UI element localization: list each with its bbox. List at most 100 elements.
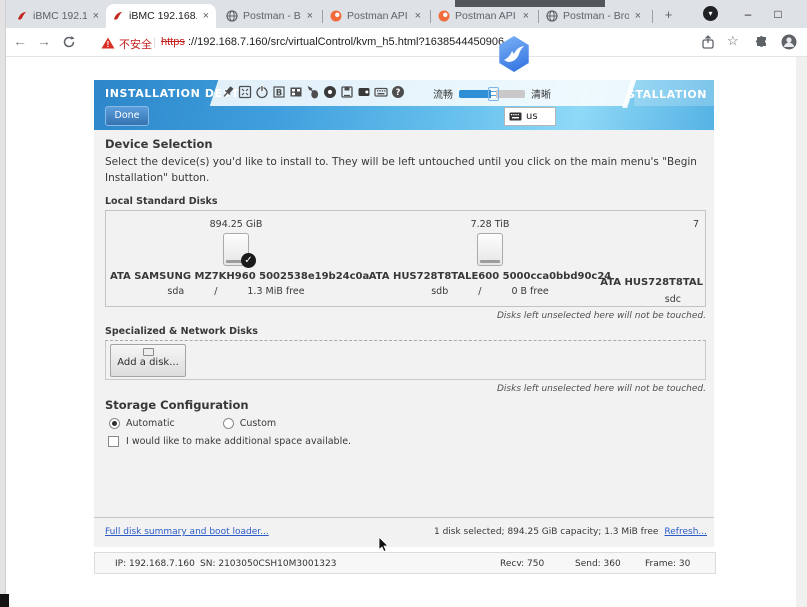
kvm-installer-screen: INSTALLATION DEST B ? 流畅 清晰 STALLATION	[94, 80, 714, 547]
maximize-button[interactable]: □	[766, 2, 790, 26]
add-disk-drive-icon	[143, 348, 154, 356]
slider-handle[interactable]	[488, 87, 499, 101]
installer-header: INSTALLATION DEST B ? 流畅 清晰 STALLATION	[94, 80, 714, 130]
tab-label: Postman - Browse	[243, 10, 301, 22]
disk-device: sdc	[665, 294, 681, 305]
done-button[interactable]: Done	[105, 106, 149, 126]
url-scheme: https	[161, 36, 185, 48]
help-icon[interactable]: ?	[391, 85, 405, 99]
extensions-puzzle-icon[interactable]	[754, 35, 769, 50]
svg-text:?: ?	[396, 88, 401, 98]
profile-avatar[interactable]	[781, 34, 797, 50]
unselected-note: Disks left unselected here will not be t…	[105, 384, 706, 394]
postman-favicon	[330, 10, 342, 22]
disk-sda[interactable]: 894.25 GiB ✓ ATA SAMSUNG MZ7KH960 500253…	[110, 215, 362, 297]
status-recv: Recv: 750	[500, 559, 544, 569]
minimize-button[interactable]: –	[736, 2, 760, 26]
reload-button[interactable]	[62, 35, 76, 49]
window-top-strip	[455, 0, 605, 7]
not-secure-warning-icon[interactable]: !	[101, 37, 115, 49]
fullscreen-icon[interactable]	[238, 85, 252, 99]
refresh-link[interactable]: Refresh...	[664, 527, 707, 537]
network-disks-title: Specialized & Network Disks	[105, 326, 258, 337]
status-frame: Frame: 30	[645, 559, 690, 569]
tab-separator	[538, 10, 539, 23]
svg-text:!: !	[107, 40, 110, 49]
disk-sdc[interactable]: 7 ATA HUS728T8TAL sdc	[610, 215, 705, 305]
tab-close-icon[interactable]: ×	[522, 10, 530, 22]
tab-close-icon[interactable]: ×	[306, 10, 314, 22]
custom-radio[interactable]	[223, 418, 234, 429]
disk-drive-icon	[477, 233, 503, 266]
forward-button[interactable]: →	[37, 33, 51, 49]
left-edge-strip	[0, 0, 6, 607]
keyboard-layout-value: us	[526, 111, 538, 122]
disk-capacity: 7.28 TiB	[364, 219, 616, 230]
status-sn: SN: 2103050CSH10M3001323	[200, 559, 337, 569]
selection-summary: 1 disk selected; 894.25 GiB capacity; 1.…	[434, 527, 658, 537]
record-icon[interactable]	[323, 85, 337, 99]
tab-label: Postman - Browse	[563, 10, 629, 22]
not-secure-label: 不安全	[119, 36, 152, 52]
disk-free: 0 B free	[511, 286, 548, 297]
tab-postman-browse-1[interactable]: Postman - Browse ×	[220, 4, 320, 28]
svg-text:B: B	[276, 88, 282, 98]
new-tab-button[interactable]: +	[660, 7, 677, 24]
slider-right-label: 清晰	[531, 86, 551, 101]
key-b-icon[interactable]: B	[272, 85, 286, 99]
additional-space-checkbox[interactable]	[108, 436, 119, 447]
media-controls-button[interactable]: ▾	[703, 6, 718, 21]
disk-name: ATA HUS728T8TALE600 5000cca0bbd90c24	[364, 271, 616, 282]
disk-capacity: 894.25 GiB	[110, 219, 362, 230]
installer-bottom-bar: Full disk summary and boot loader... 1 d…	[94, 517, 714, 547]
tab-close-icon[interactable]: ×	[414, 10, 422, 22]
local-disks-panel: 894.25 GiB ✓ ATA SAMSUNG MZ7KH960 500253…	[105, 210, 706, 307]
device-selection-description: Select the device(s) you'd like to insta…	[105, 154, 707, 187]
screen-split-icon[interactable]	[289, 85, 303, 99]
disk-device: sdb	[431, 286, 448, 297]
slider-left-label: 流畅	[433, 86, 453, 101]
status-ip: IP: 192.168.7.160	[115, 559, 195, 569]
pin-icon[interactable]	[221, 85, 235, 99]
tab-close-icon[interactable]: ×	[202, 10, 210, 22]
tab-close-icon[interactable]: ×	[92, 10, 100, 22]
device-selection-title: Device Selection	[105, 137, 213, 151]
power-icon[interactable]	[255, 85, 269, 99]
address-separator: |	[153, 35, 156, 49]
url-text: ://192.168.7.160/src/virtualControl/kvm_…	[188, 36, 504, 48]
ibmc-favicon	[16, 10, 28, 22]
add-disk-button[interactable]: Add a disk...	[110, 344, 186, 377]
keyboard-icon[interactable]	[374, 85, 388, 99]
tab-label: Postman API Platfo	[455, 10, 517, 22]
disk-name: ATA SAMSUNG MZ7KH960 5002538e19b24c0a	[110, 271, 362, 282]
tab-label: iBMC 192.168.7.16	[129, 10, 197, 22]
floppy-icon[interactable]	[340, 85, 354, 99]
tab-separator	[322, 10, 323, 23]
bookmark-star-icon[interactable]: ☆	[727, 33, 739, 49]
tab-ibmc-2-active[interactable]: iBMC 192.168.7.16 ×	[106, 4, 216, 28]
tab-postman-api-1[interactable]: Postman API Platfo ×	[324, 4, 428, 28]
disk-drive-icon: ✓	[223, 233, 249, 266]
tab-postman-browse-2[interactable]: Postman - Browse ×	[540, 4, 648, 28]
monitor-icon[interactable]	[357, 85, 371, 99]
disk-capacity: 7	[693, 219, 699, 230]
storage-config-title: Storage Configuration	[105, 398, 249, 412]
unselected-note: Disks left unselected here will not be t…	[105, 311, 706, 321]
mouse-icon[interactable]	[306, 85, 320, 99]
kvm-status-bar: IP: 192.168.7.160 SN: 2103050CSH10M30013…	[94, 552, 716, 574]
quality-slider[interactable]	[459, 90, 525, 98]
tab-label: iBMC 192.168.7.16	[33, 10, 87, 22]
automatic-radio[interactable]	[109, 418, 120, 429]
disk-mount: /	[214, 286, 217, 297]
back-button[interactable]: ←	[13, 33, 27, 49]
full-disk-summary-link[interactable]: Full disk summary and boot loader...	[105, 527, 269, 537]
share-icon[interactable]	[701, 35, 715, 49]
header-right-title: STALLATION	[627, 88, 707, 101]
tab-postman-api-2[interactable]: Postman API Platfo ×	[432, 4, 536, 28]
disk-name: ATA HUS728T8TAL	[600, 277, 703, 288]
tab-close-icon[interactable]: ×	[634, 10, 642, 22]
tab-ibmc-1[interactable]: iBMC 192.168.7.16 ×	[10, 4, 106, 28]
keyboard-layout-indicator[interactable]: us	[504, 107, 556, 126]
disk-sdb[interactable]: 7.28 TiB ATA HUS728T8TALE600 5000cca0bbd…	[364, 215, 616, 297]
quality-slider-group: 流畅 清晰	[433, 86, 551, 101]
